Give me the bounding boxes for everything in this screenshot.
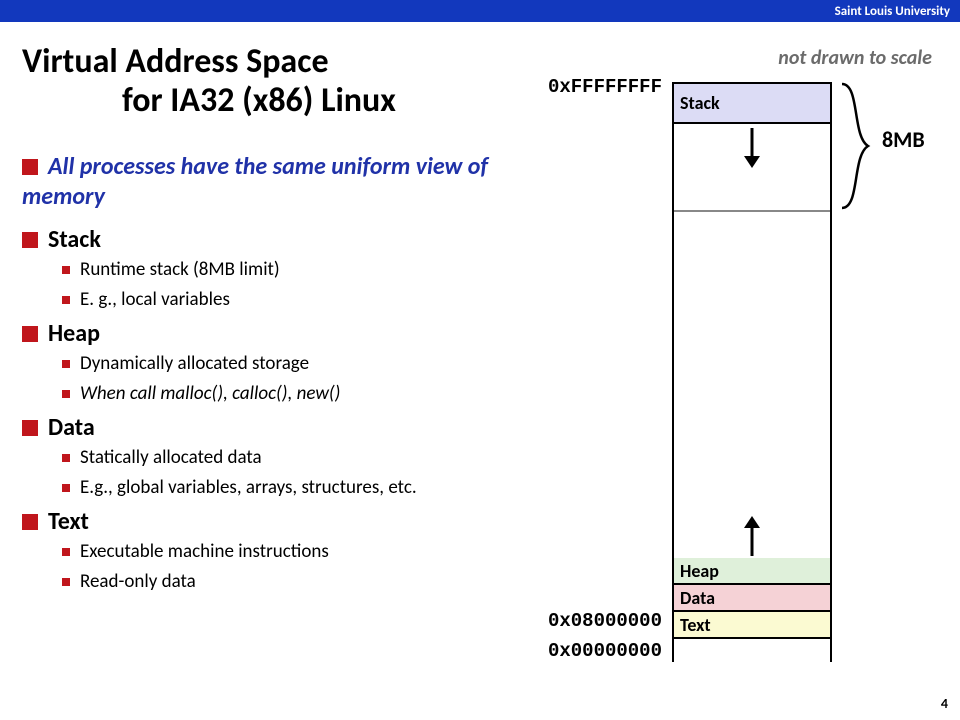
bullet-icon: [62, 266, 70, 274]
bullet-icon: [62, 454, 70, 462]
heap-item: When call malloc(), calloc(), new(): [22, 379, 522, 408]
arrow-up-icon: [741, 516, 763, 556]
bullet-icon: [22, 420, 38, 436]
data-heading: Data: [22, 412, 522, 443]
bullet-icon: [62, 360, 70, 368]
bullet-icon: [22, 232, 38, 248]
stack-label: Stack: [48, 225, 101, 254]
stack-heading: Stack: [22, 224, 522, 255]
intro-text: All processes have the same uniform view…: [22, 152, 488, 211]
text-item: Executable machine instructions: [22, 537, 522, 566]
seg-stack: Stack: [674, 84, 830, 124]
stack-item: E. g., local variables: [22, 285, 522, 314]
seg-text: Text: [674, 612, 830, 639]
bullet-icon: [62, 296, 70, 304]
data-item: E.g., global variables, arrays, structur…: [22, 473, 522, 502]
top-bar: Saint Louis University: [0, 0, 960, 22]
seg-heap: Heap: [674, 558, 830, 585]
bullet-icon: [62, 548, 70, 556]
heap-item: Dynamically allocated storage: [22, 349, 522, 378]
text-heading: Text: [22, 506, 522, 537]
intro-bullet: All processes have the same uniform view…: [22, 152, 522, 212]
seg-gap: [674, 639, 830, 662]
data-item: Statically allocated data: [22, 443, 522, 472]
slide-title: Virtual Address Space for IA32 (x86) Lin…: [22, 42, 396, 120]
seg-gap: [674, 212, 830, 558]
arrow-down-icon: [741, 128, 763, 168]
text-item: Read-only data: [22, 567, 522, 596]
memory-diagram: Stack Heap Data Text: [672, 82, 832, 662]
bullet-icon: [22, 326, 38, 342]
bullet-icon: [22, 159, 38, 175]
heap-heading: Heap: [22, 318, 522, 349]
text-label: Text: [48, 507, 89, 536]
page-number: 4: [941, 695, 948, 712]
stack-item: Runtime stack (8MB limit): [22, 255, 522, 284]
scale-note: not drawn to scale: [778, 46, 932, 70]
data-label: Data: [48, 413, 95, 442]
brace-icon: [838, 82, 878, 210]
seg-data: Data: [674, 585, 830, 612]
addr-top: 0xFFFFFFFF: [522, 76, 662, 98]
bullet-icon: [62, 578, 70, 586]
org-label: Saint Louis University: [835, 4, 950, 19]
bullet-body: All processes have the same uniform view…: [22, 152, 522, 596]
title-line1: Virtual Address Space: [22, 42, 396, 81]
brace-label: 8MB: [882, 126, 925, 153]
addr-mid: 0x08000000: [522, 610, 662, 632]
bullet-icon: [22, 514, 38, 530]
bullet-icon: [62, 390, 70, 398]
title-line2: for IA32 (x86) Linux: [22, 81, 396, 120]
addr-low: 0x00000000: [522, 640, 662, 662]
bullet-icon: [62, 484, 70, 492]
slide-content: Virtual Address Space for IA32 (x86) Lin…: [0, 22, 960, 720]
heap-label: Heap: [48, 319, 100, 348]
